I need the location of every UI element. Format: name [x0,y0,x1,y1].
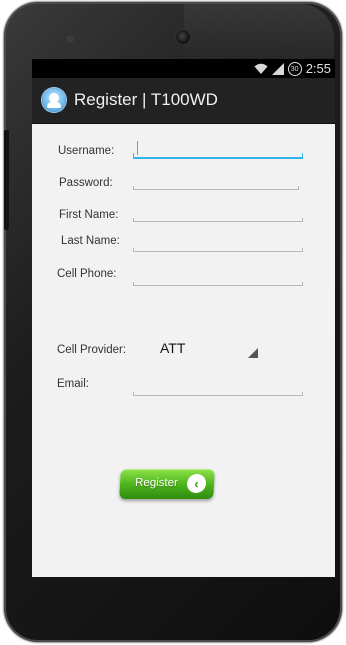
cell-phone-field[interactable] [133,271,303,286]
text-cursor [137,141,138,155]
chevron-left-icon: ‹ [186,474,207,493]
username-field[interactable] [133,141,303,159]
password-label: Password: [59,177,113,189]
status-bar: 30 2:55 [32,59,335,78]
cell-provider-label: Cell Provider: [57,344,127,356]
register-button[interactable]: Register ‹ [119,469,215,499]
phone-frame: 30 2:55 Register | T100WD Username: Pass… [4,2,342,642]
dropdown-arrow-icon [248,348,258,358]
status-time: 2:55 [305,61,331,76]
front-camera [176,30,190,44]
email-label: Email: [57,378,89,390]
cell-provider-value: ATT [160,340,186,356]
email-field[interactable] [133,381,303,396]
first-name-field[interactable] [133,207,303,222]
cell-phone-label: Cell Phone: [57,268,117,280]
sensor-dots [287,36,301,49]
side-button [4,130,9,230]
password-field[interactable] [133,175,299,190]
first-name-label: First Name: [59,209,119,221]
wifi-icon [254,63,268,74]
signal-icon [271,62,284,75]
status-icons: 30 2:55 [254,61,331,76]
speaker-dot [67,36,73,42]
action-bar: Register | T100WD [32,78,335,124]
app-icon[interactable] [42,88,66,112]
screen: 30 2:55 Register | T100WD Username: Pass… [32,59,335,577]
username-label: Username: [58,145,115,157]
last-name-label: Last Name: [61,235,120,247]
register-button-label: Register [134,477,179,489]
page-title: Register | T100WD [74,90,218,109]
last-name-field[interactable] [133,237,303,252]
cell-provider-dropdown[interactable]: ATT [152,336,262,358]
battery-icon: 30 [287,61,302,76]
phone-shine [184,4,334,64]
